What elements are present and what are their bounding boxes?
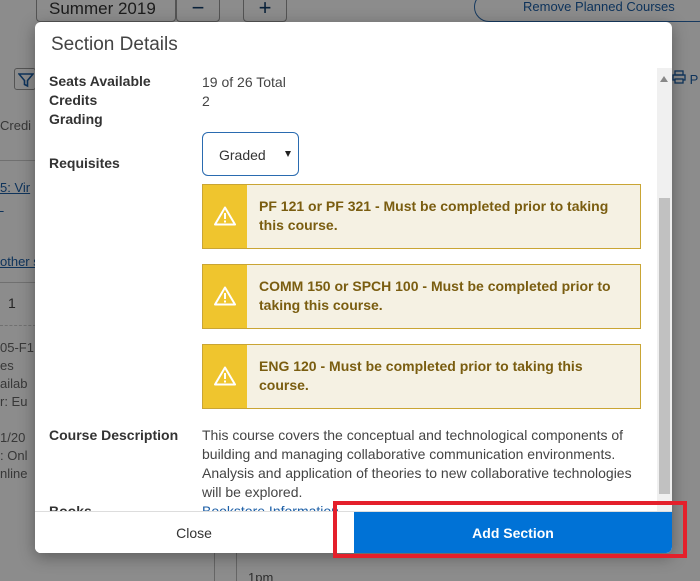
grading-select[interactable]: Graded [202, 132, 299, 176]
course-description-label: Course Description [49, 427, 179, 443]
requisites-label: Requisites [49, 155, 120, 171]
add-section-highlight [333, 501, 687, 558]
requisite-text: COMM 150 or SPCH 100 - Must be completed… [259, 278, 611, 313]
dialog-body[interactable]: Seats Available 19 of 26 Total Credits 2… [35, 68, 672, 511]
warning-icon-box [203, 185, 247, 248]
seats-value: 19 of 26 Total [202, 74, 286, 90]
requisite-warning: ENG 120 - Must be completed prior to tak… [202, 344, 641, 409]
credits-value: 2 [202, 93, 210, 109]
scrollbar-thumb[interactable] [659, 198, 670, 494]
books-label: Books [49, 503, 92, 511]
dialog-scrollbar[interactable] [657, 68, 672, 511]
warning-icon-box [203, 265, 247, 328]
dialog-header: Section Details [35, 22, 672, 68]
requisite-text: PF 121 or PF 321 - Must be completed pri… [259, 198, 609, 233]
credits-label: Credits [49, 92, 98, 108]
warning-triangle-icon [214, 286, 236, 306]
grading-label: Grading [49, 111, 103, 127]
bookstore-information-link[interactable]: Bookstore Information [202, 503, 339, 511]
section-details-dialog: Section Details Seats Available 19 of 26… [35, 22, 672, 553]
course-description-text: This course covers the conceptual and te… [202, 427, 632, 500]
warning-icon-box [203, 345, 247, 408]
scroll-up-icon[interactable] [660, 76, 668, 82]
requisite-warning: COMM 150 or SPCH 100 - Must be completed… [202, 264, 641, 329]
requisite-warning: PF 121 or PF 321 - Must be completed pri… [202, 184, 641, 249]
warning-triangle-icon [214, 366, 236, 386]
requisite-text: ENG 120 - Must be completed prior to tak… [259, 358, 583, 393]
chevron-down-icon [285, 151, 291, 157]
warning-triangle-icon [214, 206, 236, 226]
dialog-title: Section Details [51, 34, 178, 55]
grading-select-value: Graded [219, 147, 266, 163]
close-button[interactable]: Close [35, 512, 353, 553]
seats-label: Seats Available [49, 73, 151, 89]
